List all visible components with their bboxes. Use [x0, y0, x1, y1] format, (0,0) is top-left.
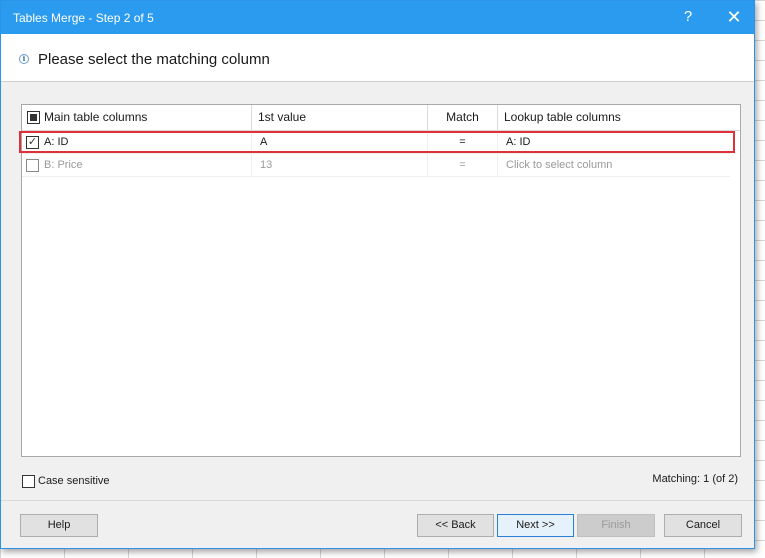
cancel-button[interactable]: Cancel	[664, 514, 742, 537]
grid-scrollbar[interactable]	[730, 131, 740, 456]
row-match-operator[interactable]: =	[428, 131, 498, 153]
row-lookup-column[interactable]: Click to select column	[498, 154, 730, 176]
column-header-lookup[interactable]: Lookup table columns	[498, 105, 740, 130]
window-title: Tables Merge - Step 2 of 5	[13, 11, 154, 25]
case-sensitive-checkbox[interactable]	[22, 475, 35, 488]
select-all-checkbox[interactable]	[27, 111, 40, 124]
footer-divider	[1, 500, 754, 501]
help-button[interactable]: Help	[20, 514, 98, 537]
matching-column-grid: Main table columns 1st value Match Looku…	[21, 104, 741, 457]
matching-status: Matching: 1 (of 2)	[652, 473, 738, 485]
row-first-value: A	[252, 131, 428, 153]
row-match-operator[interactable]: =	[428, 154, 498, 176]
case-sensitive-label[interactable]: Case sensitive	[38, 475, 110, 488]
finish-button[interactable]: Finish	[577, 514, 655, 537]
help-question-icon[interactable]: ?	[679, 7, 697, 27]
page-title: Please select the matching column	[38, 51, 270, 68]
grid-header: Main table columns 1st value Match Looku…	[22, 105, 740, 131]
row-first-value: 13	[252, 154, 428, 176]
column-header-main[interactable]: Main table columns	[22, 105, 252, 130]
row-main-cell[interactable]: ✓ A: ID	[22, 131, 252, 153]
back-button[interactable]: << Back	[417, 514, 494, 537]
row-main-label: B: Price	[44, 159, 83, 171]
title-bar[interactable]: Tables Merge - Step 2 of 5 ? ✕	[1, 1, 754, 34]
step-header: i Please select the matching column	[1, 34, 754, 82]
row-checkbox[interactable]: ✓	[26, 136, 39, 149]
column-header-match[interactable]: Match	[428, 105, 498, 130]
close-icon[interactable]: ✕	[723, 6, 745, 28]
row-checkbox[interactable]	[26, 159, 39, 172]
info-icon: i	[19, 54, 29, 64]
table-row[interactable]: B: Price 13 = Click to select column	[22, 154, 730, 177]
next-button[interactable]: Next >>	[497, 514, 574, 537]
column-header-main-label: Main table columns	[44, 110, 148, 124]
table-row[interactable]: ✓ A: ID A = A: ID	[22, 131, 730, 154]
row-lookup-column[interactable]: A: ID	[498, 131, 730, 153]
column-header-first-value[interactable]: 1st value	[252, 105, 428, 130]
row-main-label: A: ID	[44, 136, 69, 148]
tables-merge-dialog: Tables Merge - Step 2 of 5 ? ✕ i Please …	[0, 0, 755, 549]
row-main-cell[interactable]: B: Price	[22, 154, 252, 176]
